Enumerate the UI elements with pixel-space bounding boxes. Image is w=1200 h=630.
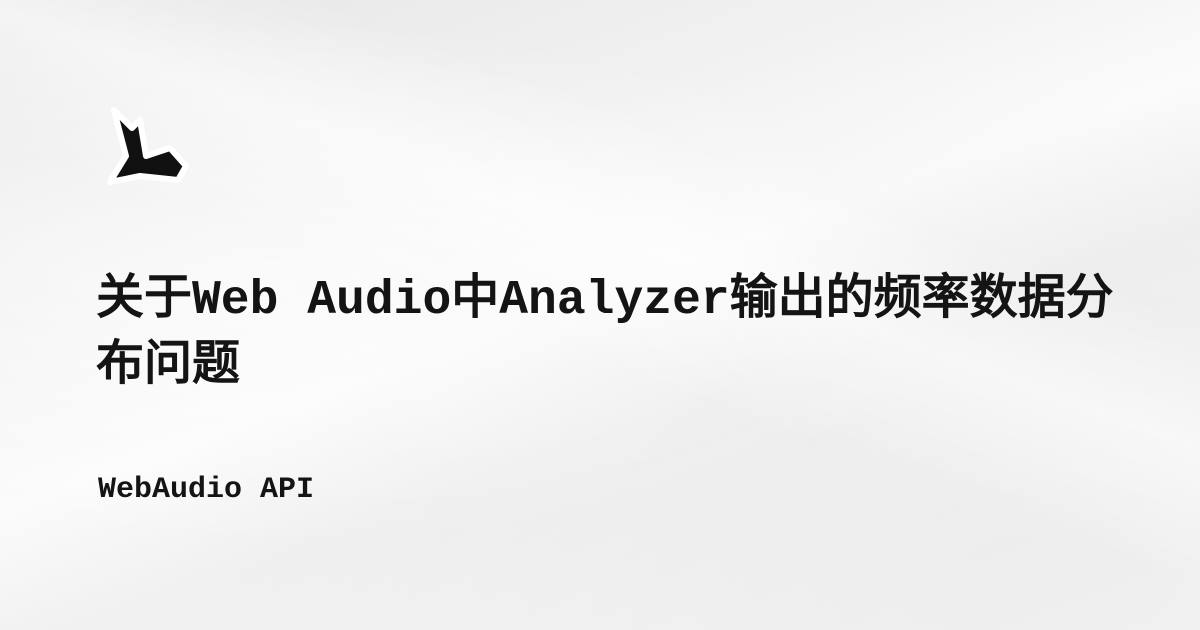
site-logo-icon — [100, 98, 192, 190]
post-title: 关于Web Audio中Analyzer输出的频率数据分布问题 — [96, 274, 1114, 394]
post-tag: WebAudio API — [98, 473, 315, 507]
